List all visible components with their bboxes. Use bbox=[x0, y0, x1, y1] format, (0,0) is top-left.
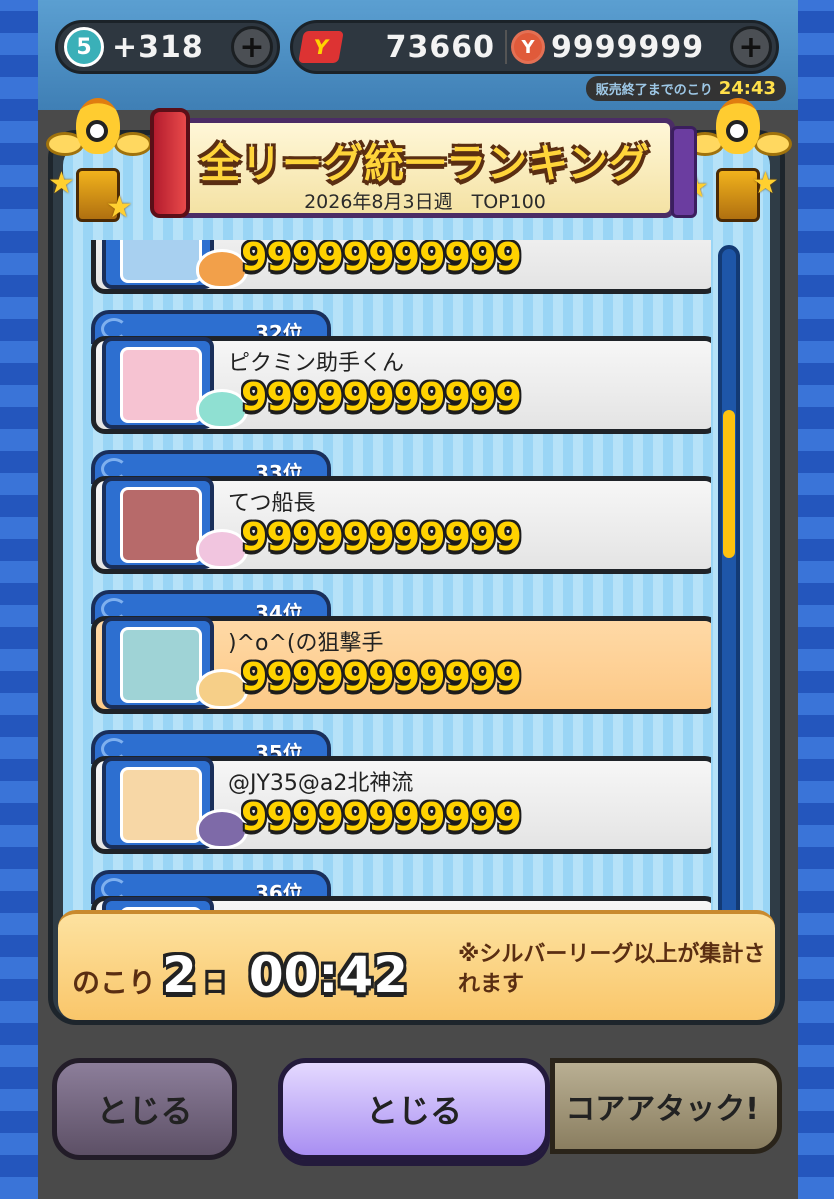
player-name: ピクミン助手くん bbox=[228, 351, 405, 376]
avatar bbox=[120, 627, 202, 703]
player-score: 99999999999 bbox=[241, 515, 522, 559]
trophy-right-icon: ★★ bbox=[682, 98, 792, 228]
avatar-frame bbox=[102, 757, 248, 849]
remaining-time-footer: のこり 2 日 00:42 ※シルバーリーグ以上が集計されます bbox=[58, 910, 775, 1020]
ranking-card[interactable]: )^o^(の狙撃手 99999999999 bbox=[91, 616, 711, 714]
core-attack-button[interactable]: コアアタック! bbox=[550, 1058, 782, 1154]
add-stamina-button[interactable]: + bbox=[231, 26, 273, 68]
stamina-icon: 5 bbox=[64, 27, 104, 67]
ranking-banner: 全リーグ統一ランキング 2026年8月3日週 TOP100 bbox=[150, 108, 697, 223]
remaining-label: のこり bbox=[72, 966, 157, 999]
trophy-left-icon: ★ ★ bbox=[42, 98, 152, 228]
stamina-bonus: +318 bbox=[112, 29, 204, 65]
right-border bbox=[798, 0, 834, 1199]
currency-pill: Y 73660 Y 9999999 + bbox=[290, 20, 779, 74]
ranking-card[interactable]: てつ船長 99999999999 bbox=[91, 476, 711, 574]
ranking-list[interactable]: 紅饅頭邪神99999999999 32位ピクミン助手くん99999999999 33… bbox=[91, 240, 711, 925]
ranking-card[interactable]: @JY35@a2北神流 99999999999 bbox=[91, 756, 711, 854]
remaining-clock: 00:42 bbox=[248, 946, 408, 1004]
ranking-screen: 5 +318 + Y 73660 Y 9999999 + 販売終了までのこり 24… bbox=[0, 0, 834, 1199]
avatar-frame bbox=[102, 240, 248, 289]
avatar-frame bbox=[102, 617, 248, 709]
player-score: 99999999999 bbox=[241, 375, 522, 419]
ranking-panel-inner: 紅饅頭邪神99999999999 32位ピクミン助手くん99999999999 33… bbox=[63, 145, 770, 1010]
close-button[interactable]: とじる bbox=[278, 1058, 550, 1160]
banner-title: 全リーグ統一ランキング bbox=[200, 141, 650, 187]
ranking-panel: 紅饅頭邪神99999999999 32位ピクミン助手くん99999999999 33… bbox=[48, 130, 785, 1025]
stamina-pill: 5 +318 + bbox=[55, 20, 280, 74]
add-currency-button[interactable]: + bbox=[730, 26, 772, 68]
scrollbar-thumb[interactable] bbox=[723, 410, 735, 558]
day-unit: 日 bbox=[200, 966, 229, 999]
coin-count: 9999999 bbox=[551, 29, 705, 65]
avatar-frame bbox=[102, 337, 248, 429]
player-score: 99999999999 bbox=[241, 795, 522, 839]
avatar bbox=[120, 240, 202, 283]
player-score: 99999999999 bbox=[241, 655, 522, 699]
banner-subtitle: 2026年8月3日週 TOP100 bbox=[304, 191, 546, 213]
remaining-days: 2 bbox=[162, 946, 197, 1004]
avatar-frame bbox=[102, 477, 248, 569]
ranking-entry[interactable]: 34位)^o^(の狙撃手 99999999999 bbox=[91, 590, 711, 715]
remaining-time: のこり 2 日 00:42 bbox=[72, 946, 408, 1004]
avatar bbox=[120, 487, 202, 563]
scrollbar[interactable] bbox=[718, 245, 740, 925]
player-name: )^o^(の狙撃手 bbox=[228, 631, 384, 656]
close-button-background[interactable]: とじる bbox=[52, 1058, 237, 1160]
ranking-entry[interactable]: 紅饅頭邪神99999999999 bbox=[91, 240, 711, 295]
sale-timer-label: 販売終了までのこり bbox=[595, 83, 713, 98]
coin-icon: Y bbox=[511, 30, 545, 64]
avatar bbox=[120, 767, 202, 843]
sale-timer-time: 24:43 bbox=[718, 78, 776, 99]
avatar bbox=[120, 347, 202, 423]
left-border bbox=[0, 0, 38, 1199]
ticket-icon: Y bbox=[298, 31, 344, 63]
banner-scroll-icon bbox=[150, 108, 190, 218]
ranking-entry[interactable]: 33位 てつ船長 99999999999 bbox=[91, 450, 711, 575]
resource-bar: 5 +318 + Y 73660 Y 9999999 + bbox=[55, 20, 779, 78]
ranking-entry[interactable]: 35位 @JY35@a2北神流 99999999999 bbox=[91, 730, 711, 855]
ranking-entry[interactable]: 32位 ピクミン助手くん 99999999999 bbox=[91, 310, 711, 435]
banner-ribbon bbox=[671, 126, 697, 218]
ticket-count: 73660 bbox=[385, 29, 495, 65]
league-note: ※シルバーリーグ以上が集計されます bbox=[458, 942, 766, 997]
banner-body: 全リーグ統一ランキング 2026年8月3日週 TOP100 bbox=[175, 118, 675, 218]
divider bbox=[505, 30, 507, 64]
player-name: @JY35@a2北神流 bbox=[228, 771, 414, 796]
player-score: 99999999999 bbox=[241, 240, 522, 279]
player-name: てつ船長 bbox=[228, 491, 316, 516]
ranking-card[interactable]: 紅饅頭邪神99999999999 bbox=[91, 240, 711, 294]
ranking-card[interactable]: ピクミン助手くん 99999999999 bbox=[91, 336, 711, 434]
